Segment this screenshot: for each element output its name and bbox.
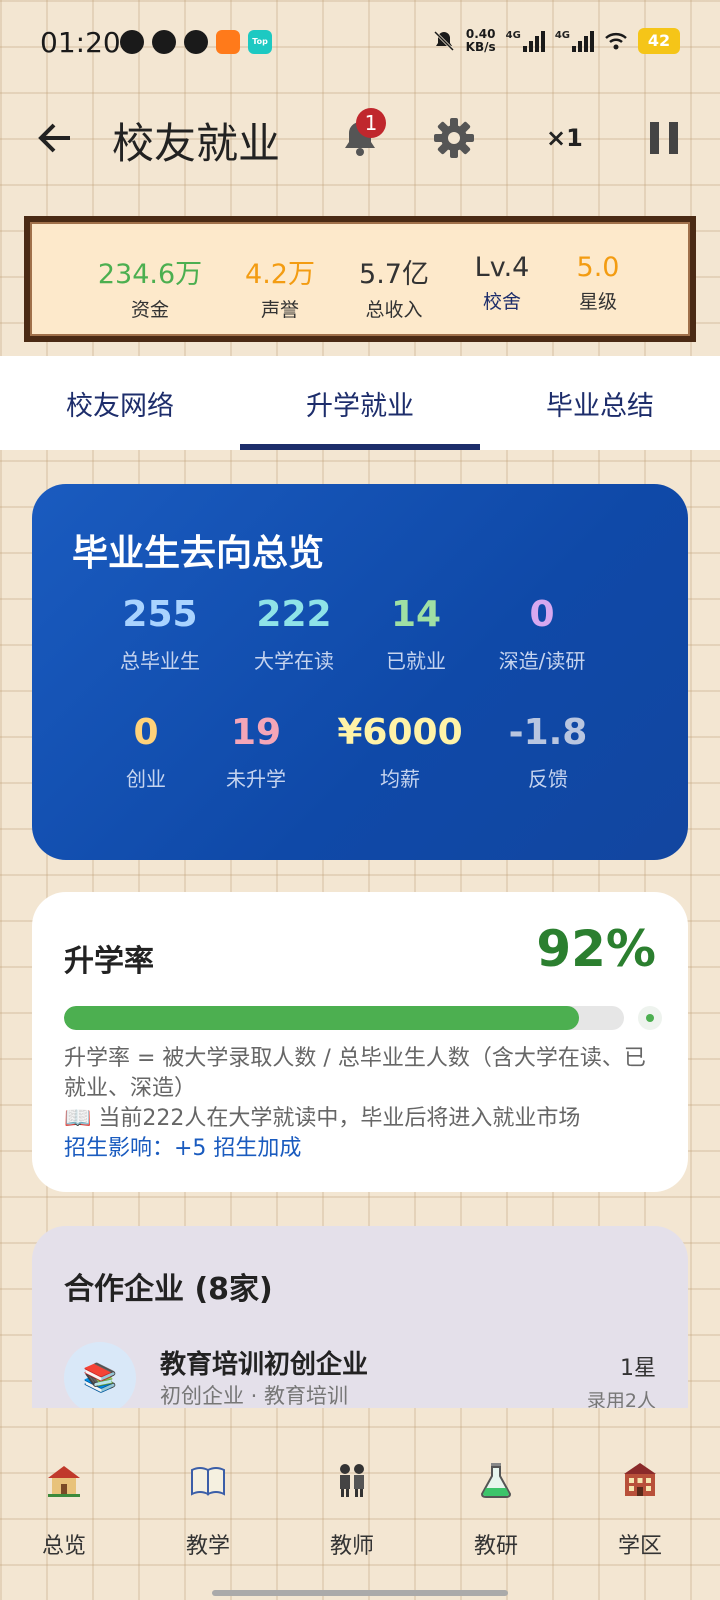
overview-graduate-study: 0 深造/读研 bbox=[472, 594, 612, 674]
overview-value: 222 bbox=[256, 594, 332, 635]
overview-in-university: 222 大学在读 bbox=[224, 594, 364, 674]
partner-companies-card: 合作企业 (8家) 📚 教育培训初创企业 初创企业 · 教育培训 1星 录用2人 bbox=[32, 1226, 688, 1408]
nav-teaching[interactable]: 教学 bbox=[148, 1460, 268, 1560]
nav-teachers[interactable]: 教师 bbox=[292, 1460, 412, 1560]
stat-reputation-value: 4.2万 bbox=[245, 259, 315, 290]
overview-average-salary: ¥6000 均薪 bbox=[330, 712, 470, 792]
status-notification-icons: Top bbox=[120, 30, 272, 54]
page-title: 校友就业 bbox=[112, 119, 281, 168]
overview-label: 大学在读 bbox=[254, 649, 334, 673]
rate-value: 92% bbox=[536, 920, 656, 978]
stat-funds: 234.6万 资金 bbox=[90, 252, 210, 322]
wechat-icon bbox=[184, 30, 208, 54]
nav-label: 学区 bbox=[617, 1534, 662, 1559]
tab-alumni-network[interactable]: 校友网络 bbox=[0, 384, 240, 423]
company-stars: 1星 bbox=[620, 1356, 656, 1381]
notification-badge: 1 bbox=[356, 108, 386, 138]
stat-reputation: 4.2万 声誉 bbox=[230, 252, 330, 322]
school-house-icon bbox=[48, 1466, 80, 1497]
nav-label: 教师 bbox=[329, 1534, 374, 1559]
overview-value: 0 bbox=[529, 594, 555, 635]
gear-icon[interactable] bbox=[432, 116, 476, 160]
overview-value: -1.8 bbox=[508, 712, 588, 753]
overview-label: 总毕业生 bbox=[120, 649, 200, 673]
rate-note: 📖 当前222人在大学就读中，毕业后将进入就业市场 bbox=[64, 1106, 581, 1131]
overview-title: 毕业生去向总览 bbox=[72, 533, 325, 574]
stat-star-rating: 5.0 星级 bbox=[548, 252, 648, 314]
wifi-icon bbox=[605, 33, 627, 50]
mute-icon bbox=[433, 30, 454, 52]
status-time: 01:20 bbox=[40, 26, 121, 59]
nav-label: 教学 bbox=[185, 1534, 230, 1559]
overview-label: 反馈 bbox=[528, 767, 568, 791]
company-name[interactable]: 教育培训初创企业 bbox=[160, 1344, 368, 1381]
graduate-destination-overview-card: 毕业生去向总览 255 总毕业生 222 大学在读 14 已就业 0 深造/读研… bbox=[32, 484, 688, 860]
overview-label: 未升学 bbox=[226, 767, 286, 791]
overview-label: 已就业 bbox=[386, 649, 446, 673]
browser-icon bbox=[120, 30, 144, 54]
stat-campus-level-value: Lv.4 bbox=[474, 252, 530, 283]
stat-funds-label: 资金 bbox=[130, 299, 169, 321]
rate-progress-end-dot bbox=[638, 1006, 662, 1030]
stat-income: 5.7亿 总收入 bbox=[344, 252, 444, 322]
pause-icon[interactable] bbox=[650, 122, 678, 154]
enrollment-rate-card: 升学率 92% 升学率 = 被大学录取人数 / 总毕业生人数（含大学在读、已就业… bbox=[32, 892, 688, 1192]
flask-icon bbox=[480, 1463, 512, 1498]
stat-income-label: 总收入 bbox=[365, 299, 423, 321]
overview-total-graduates: 255 总毕业生 bbox=[90, 594, 230, 674]
stat-reputation-label: 声誉 bbox=[260, 299, 299, 321]
stat-star-rating-value: 5.0 bbox=[576, 252, 620, 283]
status-right: 0.40 KB/s 4G 4G 42 bbox=[432, 28, 680, 54]
book-icon bbox=[191, 1467, 225, 1496]
qq-icon bbox=[152, 30, 176, 54]
game-speed-button[interactable]: ×1 bbox=[546, 124, 583, 152]
overview-value: 255 bbox=[122, 594, 198, 635]
overview-feedback: -1.8 反馈 bbox=[478, 712, 618, 792]
app-icon bbox=[216, 30, 240, 54]
app-header: 校友就业 1 ×1 bbox=[0, 100, 720, 180]
books-icon: 📚 bbox=[64, 1342, 136, 1408]
back-arrow-icon[interactable] bbox=[34, 116, 78, 160]
top-app-icon: Top bbox=[248, 30, 272, 54]
tab-further-study-employment[interactable]: 升学就业 bbox=[240, 384, 480, 423]
stat-campus-level-label: 校舍 bbox=[482, 291, 521, 313]
stat-star-rating-label: 星级 bbox=[578, 291, 617, 313]
nav-overview[interactable]: 总览 bbox=[4, 1460, 124, 1560]
overview-value: 19 bbox=[230, 712, 282, 753]
rate-description: 升学率 = 被大学录取人数 / 总毕业生人数（含大学在读、已就业、深造） bbox=[64, 1046, 646, 1101]
company-subtitle: 初创企业 · 教育培训 bbox=[160, 1384, 349, 1408]
enrollment-influence-text: 招生影响：+5 招生加成 bbox=[64, 1136, 302, 1161]
signal-icon-2: 4G bbox=[555, 30, 594, 52]
nav-district[interactable]: 学区 bbox=[580, 1460, 700, 1560]
building-icon bbox=[624, 1463, 656, 1496]
bottom-navigation: 总览 教学 教师 教研 学区 bbox=[0, 1460, 720, 1600]
status-bar: 01:20 Top 0.40 KB/s 4G 4G 42 bbox=[0, 0, 720, 88]
net-speed: 0.40 KB/s bbox=[465, 27, 496, 54]
partners-title: 合作企业 (8家) bbox=[64, 1272, 273, 1307]
nav-label: 教研 bbox=[473, 1534, 518, 1559]
signal-icon: 4G bbox=[506, 30, 545, 52]
stat-campus-level: Lv.4 校舍 bbox=[452, 252, 552, 314]
overview-employed: 14 已就业 bbox=[346, 594, 486, 674]
overview-label: 均薪 bbox=[380, 767, 420, 791]
battery-icon: 42 bbox=[638, 28, 680, 54]
active-tab-indicator bbox=[240, 444, 480, 450]
overview-label: 深造/读研 bbox=[498, 649, 586, 673]
tab-bar: 校友网络 升学就业 毕业总结 bbox=[0, 356, 720, 450]
nav-label: 总览 bbox=[41, 1534, 86, 1559]
teachers-icon bbox=[340, 1464, 364, 1497]
home-indicator[interactable] bbox=[212, 1590, 508, 1596]
overview-value: ¥6000 bbox=[337, 712, 463, 753]
company-hired: 录用2人 bbox=[586, 1390, 656, 1408]
tab-graduation-summary[interactable]: 毕业总结 bbox=[480, 384, 720, 423]
overview-value: 14 bbox=[390, 594, 442, 635]
rate-progress-fill bbox=[64, 1006, 580, 1030]
stat-income-value: 5.7亿 bbox=[359, 259, 429, 290]
stat-funds-value: 234.6万 bbox=[97, 259, 203, 290]
rate-title: 升学率 bbox=[64, 944, 154, 979]
nav-research[interactable]: 教研 bbox=[436, 1460, 556, 1560]
overview-not-enrolled: 19 未升学 bbox=[186, 712, 326, 792]
rate-progress-bar bbox=[64, 1006, 624, 1030]
resource-stats-bar: 234.6万 资金 4.2万 声誉 5.7亿 总收入 Lv.4 校舍 5.0 星… bbox=[24, 216, 696, 342]
